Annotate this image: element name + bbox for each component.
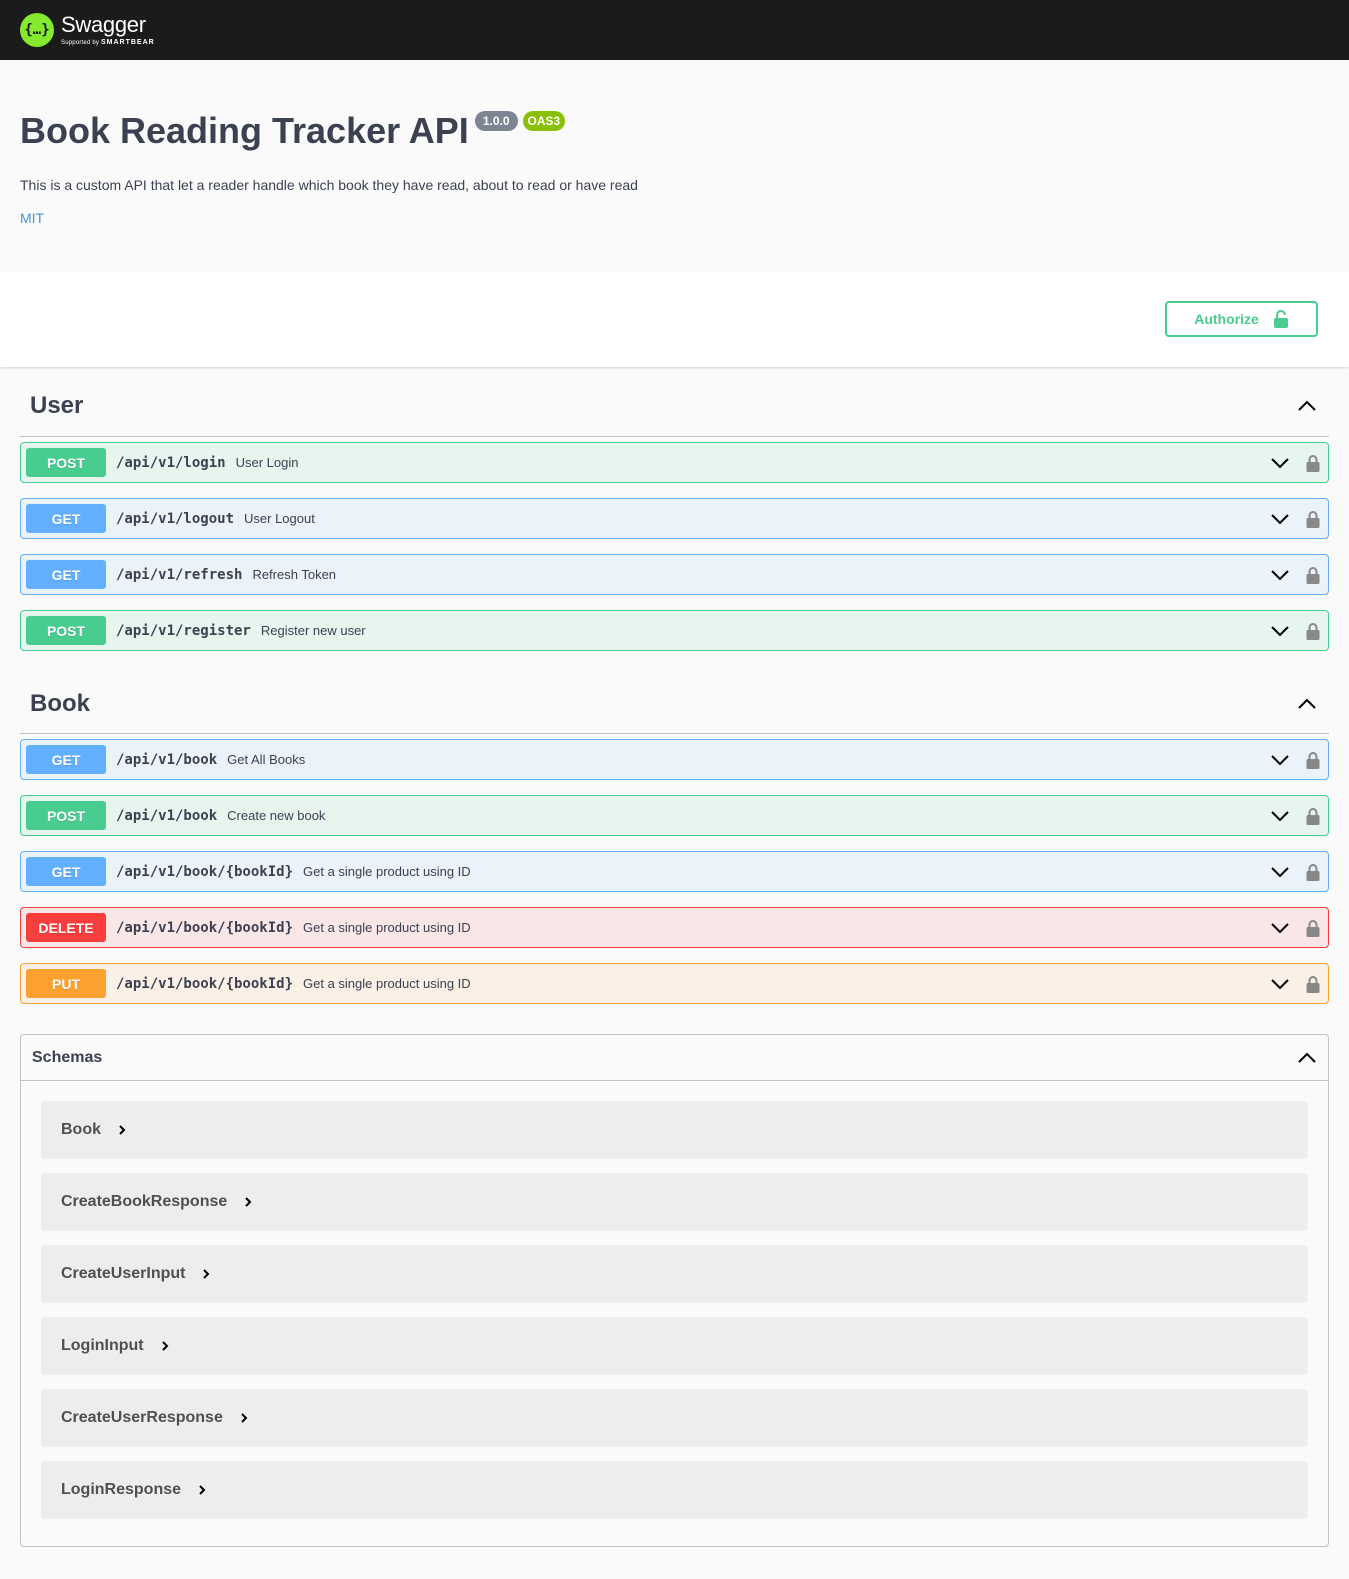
schemas-title: Schemas [32,1048,103,1066]
operation-summary: Refresh Token [252,567,337,582]
swagger-logo-icon: {…} [20,13,54,47]
operation-path: /api/v1/book/{bookId} [116,919,294,936]
chevron-right-icon[interactable] [243,1196,253,1208]
tag-section-book: Book GET/api/v1/book Get All Books POST/api… [0,666,1349,1004]
schema-name: Book [61,1121,101,1138]
operation-post[interactable]: POST/api/v1/register Register new user [20,610,1329,651]
api-title: Book Reading Tracker API [20,110,469,151]
chevron-down-icon[interactable] [1270,453,1290,473]
method-badge: GET [26,504,106,533]
method-badge: POST [26,801,106,830]
lock-icon[interactable] [1306,863,1320,881]
operation-summary: Get a single product using ID [303,976,471,991]
chevron-down-icon[interactable] [1270,509,1290,529]
schema-item[interactable]: Book [41,1101,1308,1159]
operation-path: /api/v1/refresh [116,566,243,583]
schema-name: LoginInput [61,1337,144,1354]
schema-name: LoginResponse [61,1481,182,1498]
operation-path: /api/v1/book/{bookId} [116,975,294,992]
logo-name: Swagger [61,12,146,37]
method-badge: PUT [26,969,106,998]
method-badge: POST [26,616,106,645]
operation-path: /api/v1/login [116,454,226,471]
operation-summary: Get a single product using ID [303,864,471,879]
method-badge: POST [26,448,106,477]
operation-get[interactable]: GET/api/v1/book Get All Books [20,739,1329,780]
chevron-right-icon[interactable] [117,1124,127,1136]
swagger-logo[interactable]: {…} Swagger Supported by SMARTBEAR [20,13,155,47]
operation-post[interactable]: POST/api/v1/login User Login [20,442,1329,483]
chevron-down-icon[interactable] [1270,565,1290,585]
schema-item[interactable]: CreateBookResponse [41,1173,1308,1231]
operation-summary: Get a single product using ID [303,920,471,935]
tag-name: User [30,391,84,419]
lock-icon[interactable] [1306,510,1320,528]
lock-icon[interactable] [1306,807,1320,825]
operation-path: /api/v1/register [116,622,251,639]
chevron-up-icon[interactable] [1297,396,1317,416]
operation-path: /api/v1/book [116,807,218,824]
lock-icon[interactable] [1306,975,1320,993]
tag-header-book[interactable]: Book [20,666,1329,734]
method-badge: GET [26,745,106,774]
method-badge: DELETE [26,913,106,942]
chevron-down-icon[interactable] [1270,621,1290,641]
scheme-container: Authorize [0,271,1349,367]
api-info: Book Reading Tracker API 1.0.0 OAS3 This… [0,60,1349,271]
lock-icon[interactable] [1306,919,1320,937]
logo-subtitle: Supported by SMARTBEAR [61,39,155,46]
chevron-down-icon[interactable] [1270,750,1290,770]
method-badge: GET [26,857,106,886]
operation-post[interactable]: POST/api/v1/book Create new book [20,795,1329,836]
schema-item[interactable]: CreateUserResponse [41,1389,1308,1447]
operation-path: /api/v1/book [116,751,218,768]
lock-icon[interactable] [1306,566,1320,584]
lock-icon[interactable] [1306,454,1320,472]
tag-name: Book [30,689,90,717]
oas-badge: OAS3 [522,111,566,131]
operation-summary: Get All Books [227,752,306,767]
chevron-right-icon[interactable] [239,1412,249,1424]
operation-get[interactable]: GET/api/v1/logout User Logout [20,498,1329,539]
schema-name: CreateBookResponse [61,1193,228,1210]
operation-summary: User Logout [244,511,315,526]
operation-summary: Register new user [260,623,366,638]
operation-get[interactable]: GET/api/v1/refresh Refresh Token [20,554,1329,595]
chevron-down-icon[interactable] [1270,862,1290,882]
operation-delete[interactable]: DELETE/api/v1/book/{bookId} Get a single … [20,907,1329,948]
lock-icon[interactable] [1306,751,1320,769]
version-badge: 1.0.0 [474,111,518,131]
api-description: This is a custom API that let a reader h… [20,177,638,193]
operation-path: /api/v1/book/{bookId} [116,863,294,880]
license-link[interactable]: MIT [20,210,1329,226]
chevron-up-icon[interactable] [1297,694,1317,714]
tag-section-user: User POST/api/v1/login User Login GET/api/v… [0,367,1349,651]
schema-item[interactable]: CreateUserInput [41,1245,1308,1303]
operation-summary: User Login [235,455,299,470]
top-bar: {…} Swagger Supported by SMARTBEAR [0,0,1349,60]
method-badge: GET [26,560,106,589]
tag-header-user[interactable]: User [20,367,1329,437]
chevron-down-icon[interactable] [1270,918,1290,938]
unlock-icon [1273,310,1288,328]
schema-name: CreateUserResponse [61,1409,223,1426]
schemas-header[interactable]: Schemas [21,1035,1328,1081]
chevron-up-icon[interactable] [1297,1048,1317,1068]
operation-get[interactable]: GET/api/v1/book/{bookId} Get a single pro… [20,851,1329,892]
authorize-button[interactable]: Authorize [1165,301,1318,337]
schema-item[interactable]: LoginInput [41,1317,1308,1375]
operation-path: /api/v1/logout [116,510,235,527]
chevron-right-icon[interactable] [197,1484,207,1496]
operation-put[interactable]: PUT/api/v1/book/{bookId} Get a single pro… [20,963,1329,1004]
chevron-down-icon[interactable] [1270,974,1290,994]
chevron-down-icon[interactable] [1270,806,1290,826]
lock-icon[interactable] [1306,622,1320,640]
schemas-section: Schemas Book CreateBookResponse CreateUser… [20,1034,1329,1547]
chevron-right-icon[interactable] [201,1268,211,1280]
schema-name: CreateUserInput [61,1265,186,1282]
schema-item[interactable]: LoginResponse [41,1461,1308,1519]
operation-summary: Create new book [227,808,326,823]
chevron-right-icon[interactable] [160,1340,170,1352]
